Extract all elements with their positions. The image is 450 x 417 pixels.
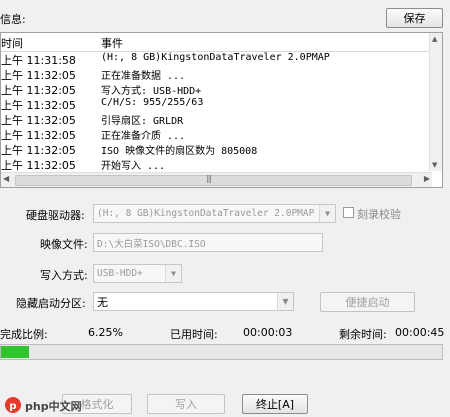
stop-button[interactable]: 终止[A] — [242, 394, 308, 414]
log-row[interactable]: 上午 11:32:05 正在准备数据 ... — [1, 67, 431, 82]
log-time: 上午 11:32:05 — [1, 99, 76, 112]
log-header: 时间 事件 — [1, 33, 442, 52]
log-horizontal-scrollbar[interactable]: ◀ ||| ▶ — [1, 172, 432, 187]
write-button[interactable]: 写入 — [147, 394, 225, 414]
scroll-thumb[interactable]: ||| — [15, 174, 412, 186]
column-event[interactable]: 事件 — [101, 35, 123, 51]
hidden-partition-value: 无 — [97, 295, 108, 309]
log-time: 上午 11:31:58 — [1, 54, 76, 67]
log-time: 上午 11:32:05 — [1, 114, 76, 127]
log-event: 正在准备介质 ... — [101, 131, 186, 142]
write-mode-value: USB-HDD+ — [97, 268, 143, 279]
log-event: ISO 映像文件的扇区数为 805008 — [101, 146, 258, 157]
scroll-up-icon[interactable]: ▲ — [432, 35, 437, 43]
event-log[interactable]: 时间 事件 上午 11:31:58 (H:, 8 GB)KingstonDataT… — [0, 32, 443, 188]
log-row[interactable]: 上午 11:32:05 开始写入 ... — [1, 157, 431, 172]
log-row[interactable]: 上午 11:32:05 C/H/S: 955/255/63 — [1, 97, 431, 112]
log-time: 上午 11:32:05 — [1, 84, 76, 97]
svg-text:p: p — [9, 401, 16, 412]
scroll-right-icon[interactable]: ▶ — [424, 174, 430, 183]
log-vertical-scrollbar[interactable]: ▲ ▼ — [429, 33, 442, 171]
log-row[interactable]: 上午 11:32:05 正在准备介质 ... — [1, 127, 431, 142]
log-event: C/H/S: 955/255/63 — [101, 97, 204, 108]
log-time: 上午 11:32:05 — [1, 129, 76, 142]
info-label: 信息: — [0, 13, 26, 26]
image-file-path: D:\大白菜ISO\DBC.ISO — [97, 238, 206, 250]
log-row[interactable]: 上午 11:31:58 (H:, 8 GB)KingstonDataTravele… — [1, 52, 431, 67]
progress-bar — [0, 344, 443, 360]
write-mode-select[interactable]: USB-HDD+ ▼ — [93, 264, 182, 283]
column-time[interactable]: 时间 — [1, 35, 23, 51]
log-event: 引导扇区: GRLDR — [101, 116, 184, 127]
log-row[interactable]: 上午 11:32:05 引导扇区: GRLDR — [1, 112, 431, 127]
log-time: 上午 11:32:05 — [1, 144, 76, 157]
log-time: 上午 11:32:05 — [1, 159, 76, 172]
watermark-text: php中文网 — [25, 400, 82, 413]
complete-value: 6.25% — [88, 326, 123, 339]
image-file-label: 映像文件: — [40, 238, 88, 251]
write-mode-label: 写入方式: — [40, 269, 88, 282]
php-logo-watermark: p php中文网 — [4, 396, 82, 414]
php-logo-icon: p — [5, 397, 21, 413]
chevron-down-icon: ▼ — [277, 293, 293, 310]
chevron-down-icon: ▼ — [319, 205, 335, 222]
save-button[interactable]: 保存 — [386, 8, 443, 28]
log-time: 上午 11:32:05 — [1, 69, 76, 82]
log-row[interactable]: 上午 11:32:05 写入方式: USB-HDD+ — [1, 82, 431, 97]
drive-select-value: (H:, 8 GB)KingstonDataTraveler 2.0PMAP — [97, 208, 315, 219]
log-row[interactable]: 上午 11:32:05 ISO 映像文件的扇区数为 805008 — [1, 142, 431, 157]
remaining-value: 00:00:45 — [395, 326, 445, 339]
hidden-partition-label: 隐藏启动分区: — [16, 297, 86, 310]
drive-select[interactable]: (H:, 8 GB)KingstonDataTraveler 2.0PMAP ▼ — [93, 204, 336, 223]
verify-label: 刻录校验 — [357, 208, 401, 221]
log-event: (H:, 8 GB)KingstonDataTraveler 2.0PMAP — [101, 52, 330, 63]
log-event: 正在准备数据 ... — [101, 71, 186, 82]
progress-fill — [1, 346, 29, 358]
log-event: 写入方式: USB-HDD+ — [101, 86, 202, 97]
drive-label: 硬盘驱动器: — [26, 209, 85, 222]
quick-boot-button[interactable]: 便捷启动 — [320, 292, 415, 312]
scroll-left-icon[interactable]: ◀ — [3, 174, 9, 183]
elapsed-value: 00:00:03 — [243, 326, 293, 339]
complete-label: 完成比例: — [0, 328, 48, 341]
remaining-label: 剩余时间: — [339, 328, 387, 341]
image-file-field[interactable]: D:\大白菜ISO\DBC.ISO — [93, 233, 323, 252]
chevron-down-icon: ▼ — [165, 265, 181, 282]
scroll-down-icon[interactable]: ▼ — [432, 161, 437, 169]
log-event: 开始写入 ... — [101, 161, 166, 172]
grip-icon: ||| — [206, 174, 212, 183]
hidden-partition-select[interactable]: 无 ▼ — [93, 292, 294, 311]
elapsed-label: 已用时间: — [170, 328, 218, 341]
verify-checkbox[interactable] — [343, 207, 354, 218]
